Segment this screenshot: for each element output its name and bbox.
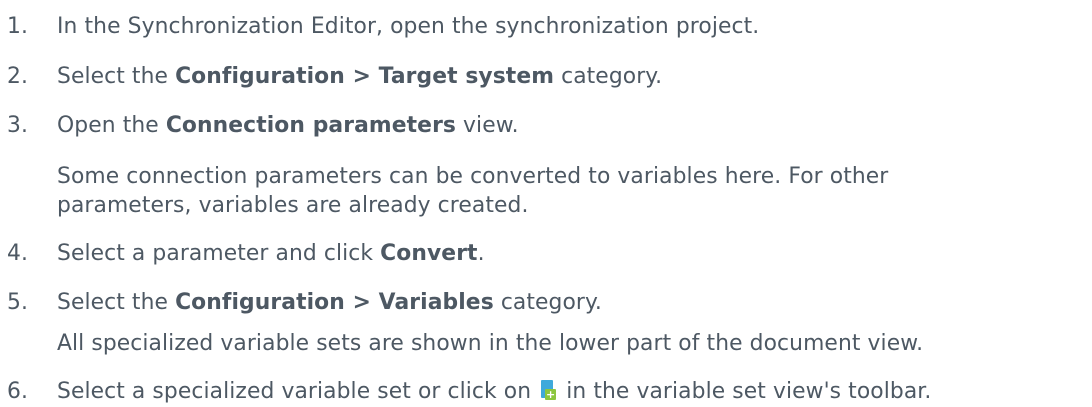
step-text-plain: . xyxy=(477,240,485,266)
step-text-plain: Select the xyxy=(57,63,176,89)
step-number: 3. xyxy=(7,113,29,139)
step-3-note: Some connection parameters can be conver… xyxy=(57,162,1072,220)
step-number: 5. xyxy=(7,290,29,316)
step-text: In the Synchronization Editor, open the … xyxy=(57,14,759,39)
step-text: Select a specialized variable set or cli… xyxy=(57,379,931,404)
note-line: All specialized variable sets are shown … xyxy=(57,331,924,357)
step-number: 2. xyxy=(7,63,29,89)
step-text-plain: view. xyxy=(456,113,519,139)
step-text-plain: Select a specialized variable set or cli… xyxy=(57,378,539,404)
step-number: 4. xyxy=(7,240,29,266)
add-document-icon: + xyxy=(541,379,557,401)
step-number: 1. xyxy=(7,14,29,40)
step-text-plain: category. xyxy=(554,63,663,89)
step-text-plain: Select the xyxy=(57,290,176,316)
ui-element-name: Connection parameters xyxy=(165,113,457,139)
note-line: parameters, variables are already create… xyxy=(57,193,529,219)
step-text-plain: category. xyxy=(493,290,602,316)
step-text-plain: in the variable set view's toolbar. xyxy=(559,378,932,404)
procedure-document: 1. In the Synchronization Editor, open t… xyxy=(0,0,1092,407)
step-text: Select a parameter and click Convert. xyxy=(57,241,485,266)
note-line: Some connection parameters can be conver… xyxy=(57,163,889,189)
step-text-plain: Select a parameter and click xyxy=(57,240,381,266)
ui-element-name: Convert xyxy=(380,240,478,266)
step-number: 6. xyxy=(7,378,29,404)
step-text-plain: Open the xyxy=(57,113,166,139)
step-text: Select the Configuration > Target system… xyxy=(57,64,662,89)
ui-element-name: Configuration > Variables xyxy=(175,290,494,316)
ui-element-name: Configuration > Target system xyxy=(175,63,555,89)
step-text: Select the Configuration > Variables cat… xyxy=(57,290,602,315)
step-5-note: All specialized variable sets are shown … xyxy=(57,329,1072,358)
step-text: Open the Connection parameters view. xyxy=(57,113,519,138)
step-text-plain: In the Synchronization Editor, open the … xyxy=(57,14,760,40)
